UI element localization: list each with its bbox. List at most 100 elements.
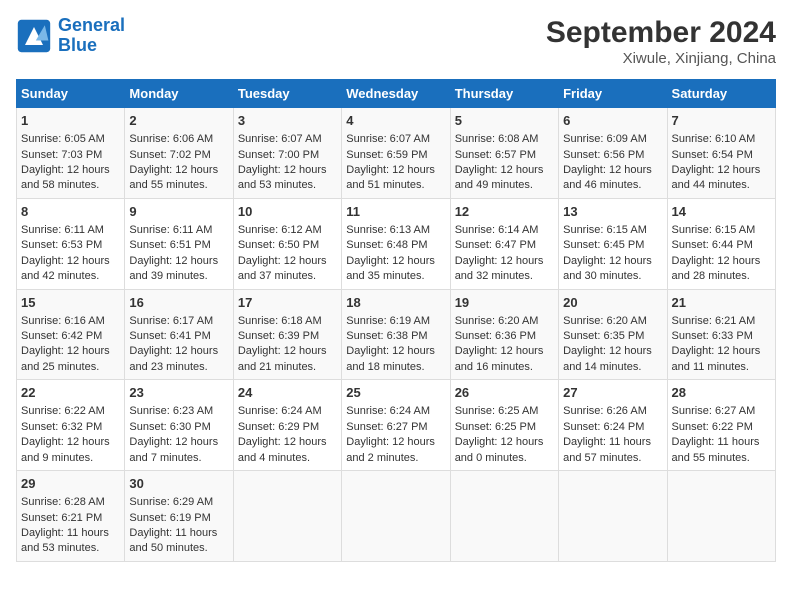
table-cell: 23Sunrise: 6:23 AMSunset: 6:30 PMDayligh… <box>125 380 233 471</box>
day-number: 27 <box>563 384 662 402</box>
page-subtitle: Xiwule, Xinjiang, China <box>546 50 776 67</box>
sunrise: Sunrise: 6:21 AM <box>672 315 756 327</box>
daylight: Daylight: 12 hours and 58 minutes. <box>21 164 110 191</box>
table-cell: 17Sunrise: 6:18 AMSunset: 6:39 PMDayligh… <box>233 289 341 380</box>
sunset: Sunset: 6:29 PM <box>238 421 319 433</box>
sunset: Sunset: 6:56 PM <box>563 149 644 161</box>
col-tuesday: Tuesday <box>233 80 341 108</box>
table-cell: 9Sunrise: 6:11 AMSunset: 6:51 PMDaylight… <box>125 198 233 289</box>
day-number: 8 <box>21 203 120 221</box>
table-row: 1 Sunrise: 6:05 AM Sunset: 7:03 PM Daylight… <box>17 108 776 199</box>
daylight: Daylight: 12 hours and 23 minutes. <box>129 345 218 372</box>
sunset: Sunset: 6:53 PM <box>21 239 102 251</box>
day-number: 7 <box>672 112 771 130</box>
sunset: Sunset: 7:03 PM <box>21 149 102 161</box>
day-number: 10 <box>238 203 337 221</box>
sunset: Sunset: 6:35 PM <box>563 330 644 342</box>
sunrise: Sunrise: 6:05 AM <box>21 133 105 145</box>
table-cell: 18Sunrise: 6:19 AMSunset: 6:38 PMDayligh… <box>342 289 450 380</box>
day-number: 12 <box>455 203 554 221</box>
table-cell: 27Sunrise: 6:26 AMSunset: 6:24 PMDayligh… <box>559 380 667 471</box>
table-cell: 5Sunrise: 6:08 AMSunset: 6:57 PMDaylight… <box>450 108 558 199</box>
day-number: 14 <box>672 203 771 221</box>
sunset: Sunset: 6:22 PM <box>672 421 753 433</box>
table-cell <box>559 471 667 562</box>
calendar-table: Sunday Monday Tuesday Wednesday Thursday… <box>16 79 776 562</box>
daylight: Daylight: 12 hours and 2 minutes. <box>346 436 435 463</box>
sunrise: Sunrise: 6:13 AM <box>346 224 430 236</box>
day-number: 4 <box>346 112 445 130</box>
col-monday: Monday <box>125 80 233 108</box>
table-cell: 20Sunrise: 6:20 AMSunset: 6:35 PMDayligh… <box>559 289 667 380</box>
day-number: 9 <box>129 203 228 221</box>
table-row: 22Sunrise: 6:22 AMSunset: 6:32 PMDayligh… <box>17 380 776 471</box>
day-number: 29 <box>21 475 120 493</box>
day-number: 11 <box>346 203 445 221</box>
table-cell <box>233 471 341 562</box>
sunrise: Sunrise: 6:26 AM <box>563 405 647 417</box>
day-number: 26 <box>455 384 554 402</box>
sunset: Sunset: 6:44 PM <box>672 239 753 251</box>
sunrise: Sunrise: 6:06 AM <box>129 133 213 145</box>
daylight: Daylight: 12 hours and 9 minutes. <box>21 436 110 463</box>
table-cell <box>450 471 558 562</box>
day-number: 1 <box>21 112 120 130</box>
table-cell: 2Sunrise: 6:06 AMSunset: 7:02 PMDaylight… <box>125 108 233 199</box>
table-row: 29Sunrise: 6:28 AMSunset: 6:21 PMDayligh… <box>17 471 776 562</box>
header-row: Sunday Monday Tuesday Wednesday Thursday… <box>17 80 776 108</box>
daylight: Daylight: 12 hours and 25 minutes. <box>21 345 110 372</box>
sunrise: Sunrise: 6:11 AM <box>129 224 212 236</box>
table-cell: 30Sunrise: 6:29 AMSunset: 6:19 PMDayligh… <box>125 471 233 562</box>
table-cell <box>342 471 450 562</box>
sunrise: Sunrise: 6:14 AM <box>455 224 539 236</box>
sunrise: Sunrise: 6:25 AM <box>455 405 539 417</box>
col-sunday: Sunday <box>17 80 125 108</box>
day-number: 19 <box>455 294 554 312</box>
title-block: September 2024 Xiwule, Xinjiang, China <box>546 16 776 67</box>
sunset: Sunset: 6:24 PM <box>563 421 644 433</box>
day-number: 24 <box>238 384 337 402</box>
daylight: Daylight: 11 hours and 55 minutes. <box>672 436 760 463</box>
sunset: Sunset: 6:38 PM <box>346 330 427 342</box>
sunset: Sunset: 6:47 PM <box>455 239 536 251</box>
table-cell: 21Sunrise: 6:21 AMSunset: 6:33 PMDayligh… <box>667 289 775 380</box>
page-title: September 2024 <box>546 16 776 50</box>
sunrise: Sunrise: 6:23 AM <box>129 405 213 417</box>
col-friday: Friday <box>559 80 667 108</box>
sunset: Sunset: 6:21 PM <box>21 512 102 524</box>
sunrise: Sunrise: 6:11 AM <box>21 224 104 236</box>
col-saturday: Saturday <box>667 80 775 108</box>
sunset: Sunset: 6:41 PM <box>129 330 210 342</box>
logo-text: General Blue <box>58 16 125 56</box>
table-cell: 25Sunrise: 6:24 AMSunset: 6:27 PMDayligh… <box>342 380 450 471</box>
table-cell: 1 Sunrise: 6:05 AM Sunset: 7:03 PM Daylight… <box>17 108 125 199</box>
sunrise: Sunrise: 6:24 AM <box>238 405 322 417</box>
daylight: Daylight: 12 hours and 28 minutes. <box>672 255 761 282</box>
day-number: 18 <box>346 294 445 312</box>
day-number: 30 <box>129 475 228 493</box>
day-number: 6 <box>563 112 662 130</box>
table-cell: 26Sunrise: 6:25 AMSunset: 6:25 PMDayligh… <box>450 380 558 471</box>
sunset: Sunset: 6:42 PM <box>21 330 102 342</box>
sunset: Sunset: 7:00 PM <box>238 149 319 161</box>
col-wednesday: Wednesday <box>342 80 450 108</box>
table-cell: 22Sunrise: 6:22 AMSunset: 6:32 PMDayligh… <box>17 380 125 471</box>
daylight: Daylight: 12 hours and 51 minutes. <box>346 164 435 191</box>
sunrise: Sunrise: 6:17 AM <box>129 315 213 327</box>
sunrise: Sunrise: 6:09 AM <box>563 133 647 145</box>
table-cell: 8Sunrise: 6:11 AMSunset: 6:53 PMDaylight… <box>17 198 125 289</box>
table-cell: 7Sunrise: 6:10 AMSunset: 6:54 PMDaylight… <box>667 108 775 199</box>
logo-icon <box>16 18 52 54</box>
daylight: Daylight: 12 hours and 16 minutes. <box>455 345 544 372</box>
sunset: Sunset: 6:59 PM <box>346 149 427 161</box>
logo: General Blue <box>16 16 125 56</box>
daylight: Daylight: 12 hours and 39 minutes. <box>129 255 218 282</box>
sunrise: Sunrise: 6:16 AM <box>21 315 105 327</box>
table-cell: 4Sunrise: 6:07 AMSunset: 6:59 PMDaylight… <box>342 108 450 199</box>
sunset: Sunset: 6:48 PM <box>346 239 427 251</box>
table-cell: 28Sunrise: 6:27 AMSunset: 6:22 PMDayligh… <box>667 380 775 471</box>
table-cell <box>667 471 775 562</box>
sunrise: Sunrise: 6:19 AM <box>346 315 430 327</box>
sunset: Sunset: 6:33 PM <box>672 330 753 342</box>
daylight: Daylight: 12 hours and 21 minutes. <box>238 345 327 372</box>
